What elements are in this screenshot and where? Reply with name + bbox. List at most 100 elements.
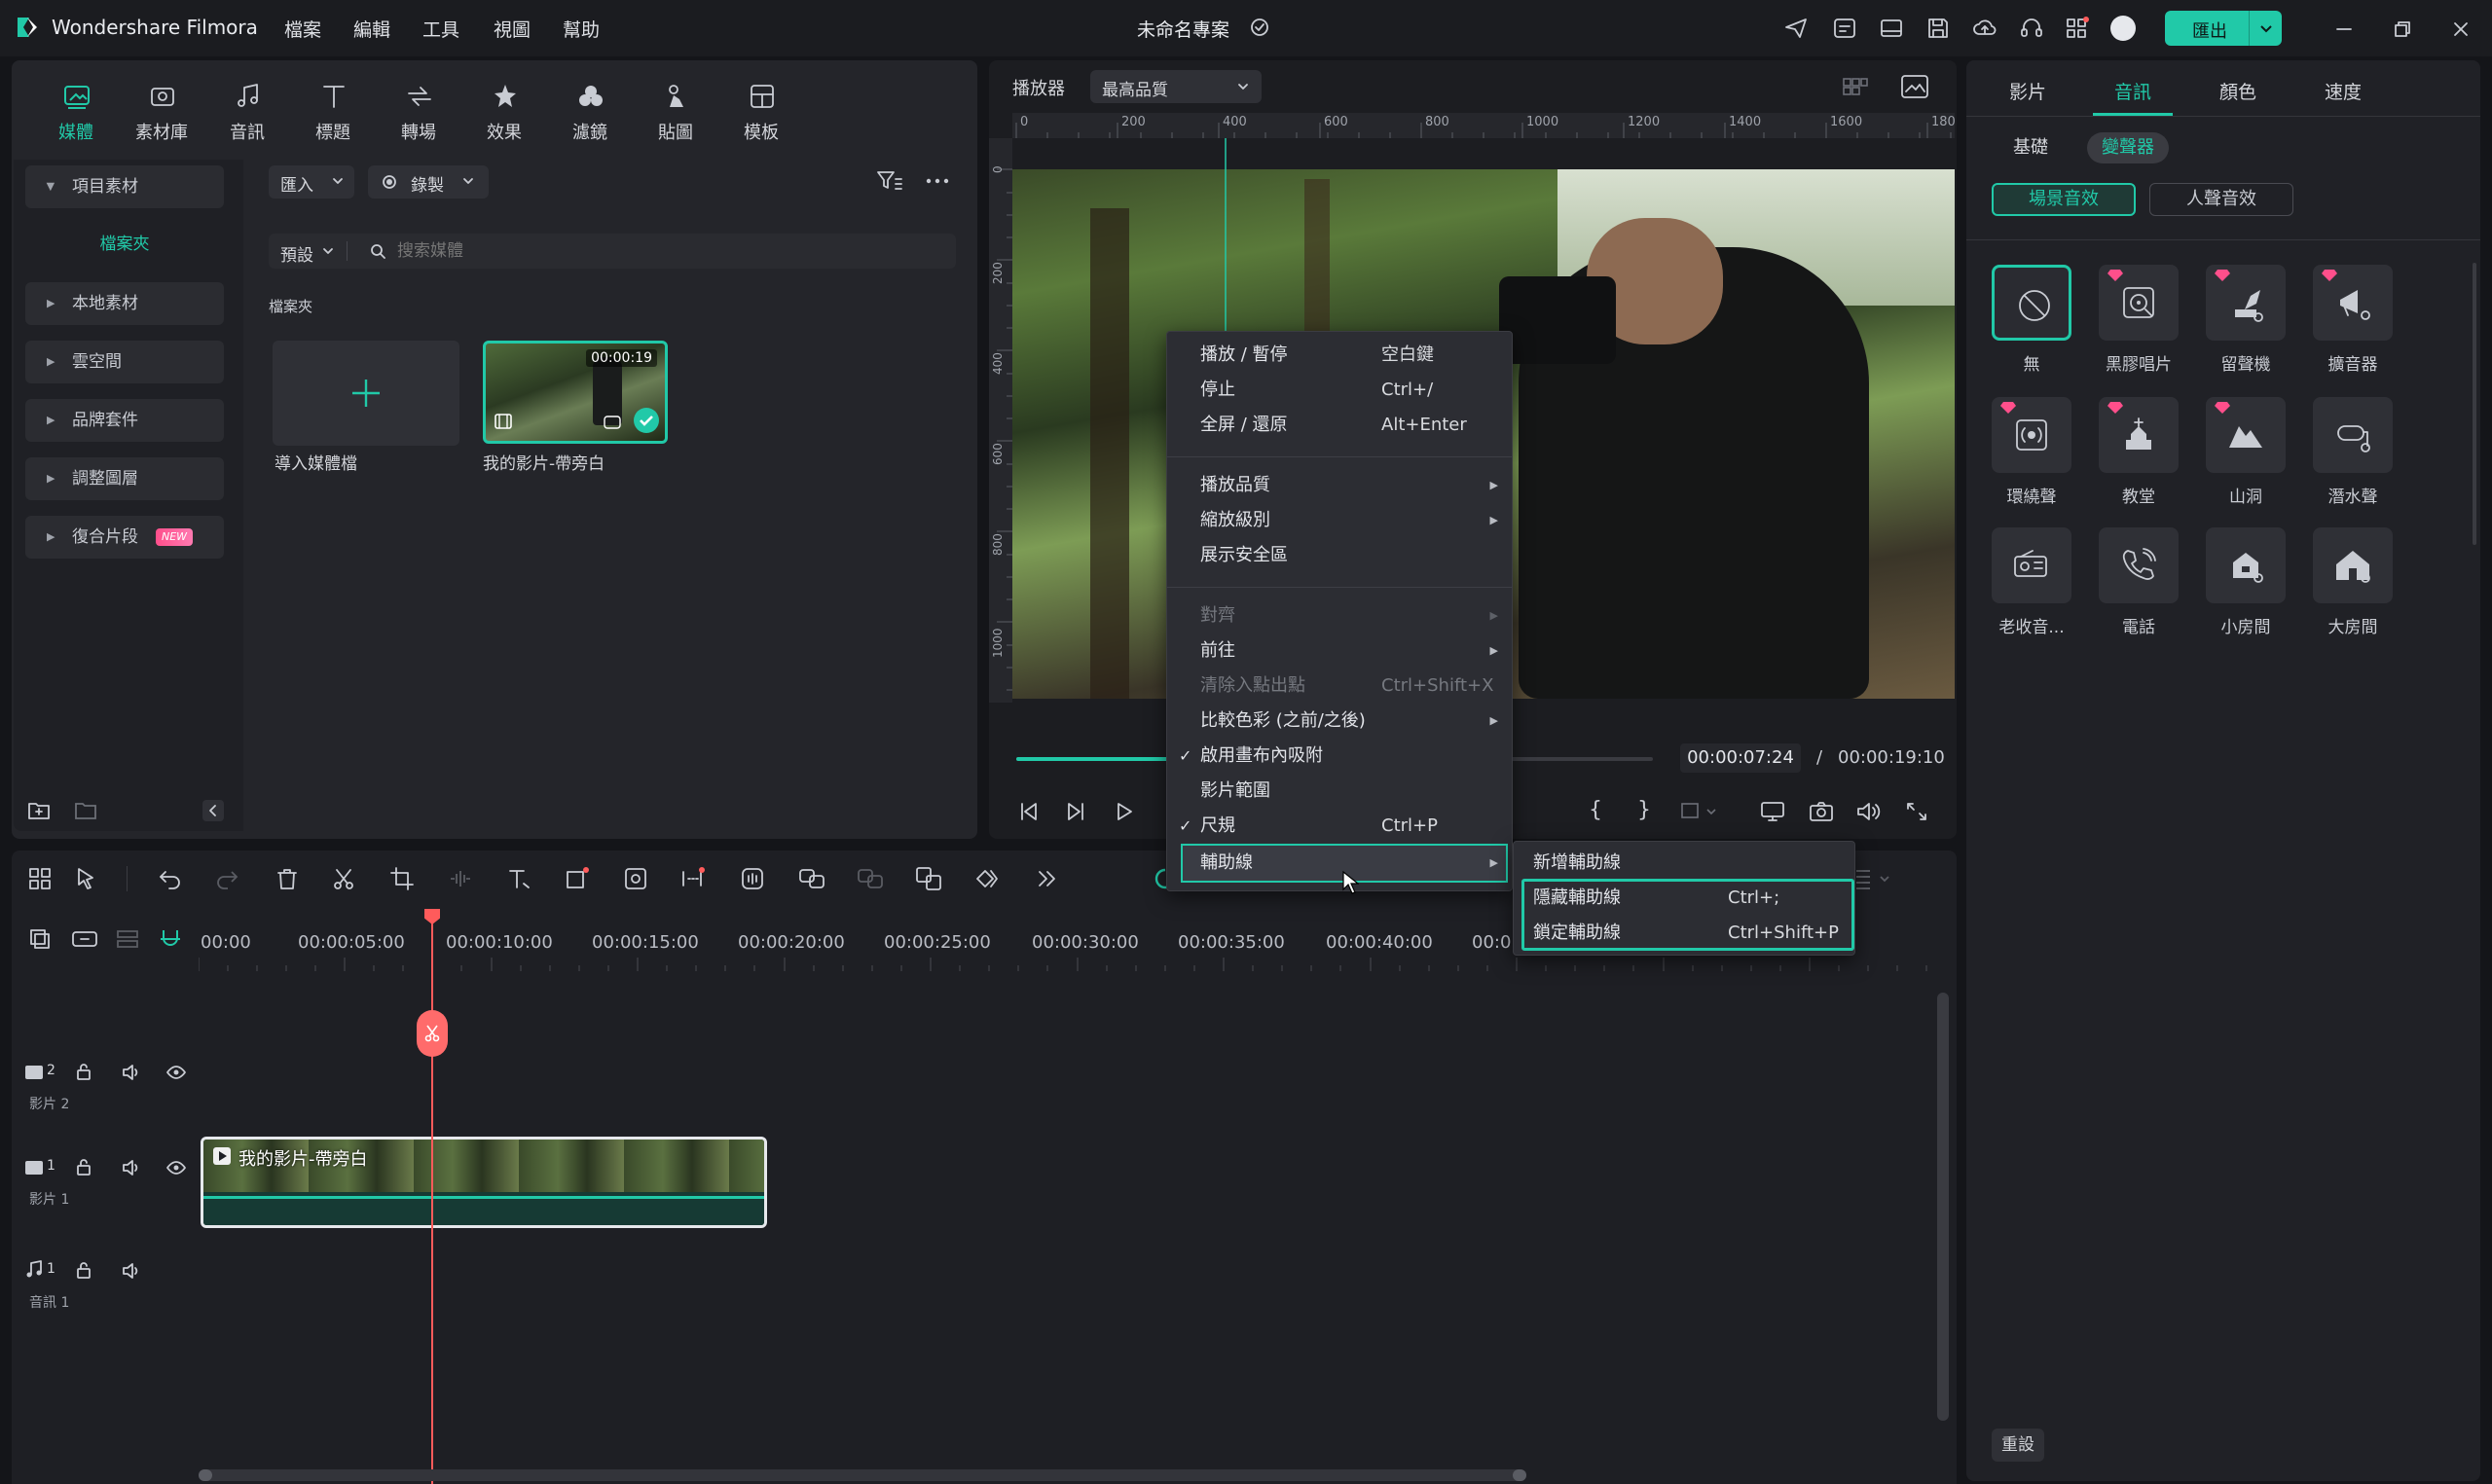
tab-color[interactable]: 顏色 (2219, 78, 2256, 104)
mute-track-icon[interactable] (121, 1261, 142, 1281)
new-folder-icon[interactable] (27, 800, 51, 821)
crop-icon[interactable] (389, 866, 415, 891)
select-tool-icon[interactable] (74, 866, 99, 891)
search-input[interactable] (397, 237, 942, 265)
menu-item-safe-zone[interactable]: 展示安全區 (1167, 538, 1512, 573)
menu-help[interactable]: 幫助 (563, 16, 600, 42)
effect-cave[interactable] (2206, 397, 2286, 473)
scrollbar-handle-left[interactable] (199, 1469, 212, 1481)
sidebar-item-brand-kit[interactable]: ▶ 品牌套件 (25, 399, 224, 442)
audio-sync-icon[interactable] (740, 866, 765, 891)
effect-surround[interactable] (1992, 397, 2071, 473)
layout-icon[interactable] (1879, 16, 1904, 41)
timeline-video-clip[interactable]: 我的影片-帶旁白 (201, 1137, 767, 1228)
toolbar-audio[interactable]: 音訊 (208, 68, 286, 146)
filter-icon[interactable] (876, 169, 903, 193)
auto-caption-icon[interactable] (679, 866, 705, 891)
effect-vinyl[interactable] (2099, 265, 2179, 341)
layout-grid-icon[interactable] (27, 866, 53, 891)
timeline-vertical-scrollbar[interactable] (1937, 993, 1949, 1421)
menu-item-go-to[interactable]: 前往 ▶ (1167, 633, 1512, 669)
video-clip-thumbnail[interactable]: 00:00:19 (483, 341, 668, 444)
minimize-icon[interactable] (2332, 18, 2356, 41)
sidebar-item-cloud[interactable]: ▶ 雲空間 (25, 341, 224, 383)
sidebar-item-compound-clip[interactable]: ▶ 復合片段 NEW (25, 516, 224, 559)
sidebar-folder[interactable]: 檔案夾 (25, 230, 224, 259)
redo-icon[interactable] (214, 866, 239, 891)
toolbar-effects[interactable]: 效果 (465, 68, 543, 146)
more-tools-icon[interactable] (1034, 866, 1059, 891)
subtab-basic[interactable]: 基礎 (1992, 132, 2070, 163)
tab-audio[interactable]: 音訊 (2114, 78, 2151, 104)
timeline-settings-icon[interactable] (1853, 866, 1892, 891)
menu-item-lock-guides[interactable]: 鎖定輔助線 Ctrl+Shift+P (1514, 916, 1854, 951)
keyframe-icon[interactable] (973, 866, 1001, 891)
news-icon[interactable] (1832, 16, 1857, 41)
menu-item-hide-guides[interactable]: 隱藏輔助線 Ctrl+; (1514, 881, 1854, 916)
menu-item-playback-quality[interactable]: 播放品質 ▶ (1167, 468, 1512, 503)
avatar[interactable] (2110, 16, 2136, 41)
marker-icon[interactable] (1680, 800, 1719, 823)
import-dropdown[interactable]: 匯入 (269, 165, 354, 199)
visibility-icon[interactable] (165, 1063, 187, 1082)
category-voice-effects[interactable]: 人聲音效 (2149, 183, 2293, 216)
sort-dropdown[interactable]: 預設 (280, 241, 313, 266)
timeline-horizontal-scrollbar[interactable] (199, 1469, 1526, 1481)
close-icon[interactable] (2449, 18, 2473, 41)
menu-item-canvas-snap[interactable]: ✓ 啟用畫布內吸附 (1167, 739, 1512, 774)
effect-small-room[interactable] (2206, 527, 2286, 603)
effect-none[interactable] (1992, 265, 2071, 341)
volume-icon[interactable] (1855, 800, 1881, 823)
effect-gramophone[interactable] (2206, 265, 2286, 341)
menu-item-fullscreen[interactable]: 全屏 / 還原 Alt+Enter (1167, 408, 1512, 443)
grid-view-icon[interactable] (1842, 76, 1869, 97)
restore-icon[interactable] (2391, 18, 2414, 41)
more-options-icon[interactable] (925, 171, 950, 191)
export-button[interactable]: 匯出 (2165, 11, 2282, 46)
prev-frame-icon[interactable] (1016, 800, 1042, 823)
menu-item-add-guide[interactable]: 新增輔助線 (1514, 846, 1854, 881)
toolbar-stock[interactable]: 素材庫 (123, 68, 201, 146)
menu-tools[interactable]: 工具 (422, 16, 459, 42)
mark-in-icon[interactable]: { (1589, 798, 1602, 822)
sidebar-item-adjustment-layer[interactable]: ▶ 調整圖層 (25, 457, 224, 500)
apps-icon[interactable] (2064, 16, 2089, 41)
menu-item-compare-color[interactable]: 比較色彩 (之前/之後) ▶ (1167, 704, 1512, 739)
lock-track-icon[interactable] (74, 1158, 93, 1177)
quality-dropdown[interactable]: 最高品質 (1090, 70, 1262, 103)
text-tool-icon[interactable] (506, 866, 531, 891)
toolbar-transition[interactable]: 轉場 (380, 68, 458, 146)
mute-track-icon[interactable] (121, 1158, 142, 1177)
category-scene-effects[interactable]: 場景音效 (1992, 183, 2136, 216)
current-time[interactable]: 00:00:07:24 (1680, 743, 1801, 773)
play-icon[interactable] (1112, 800, 1137, 823)
lock-track-icon[interactable] (74, 1261, 93, 1281)
add-track-icon[interactable] (27, 926, 53, 952)
vertical-ruler[interactable]: 0 200 400 600 800 1000 (989, 138, 1012, 703)
menu-item-zoom-level[interactable]: 縮放級別 ▶ (1167, 503, 1512, 538)
import-media-tile[interactable] (273, 341, 459, 446)
mask-icon[interactable] (565, 866, 590, 891)
effect-big-room[interactable] (2313, 527, 2393, 603)
menu-item-play-pause[interactable]: 播放 / 暫停 空白鍵 (1167, 338, 1512, 373)
toolbar-templates[interactable]: 模板 (722, 68, 800, 146)
audio-stretch-icon[interactable] (448, 866, 473, 891)
menu-item-ruler[interactable]: ✓ 尺規 Ctrl+P (1167, 809, 1512, 844)
snapshot-view-icon[interactable] (1900, 74, 1929, 99)
split-button[interactable] (417, 1010, 448, 1057)
sidebar-project-assets[interactable]: ▶ 項目素材 (25, 165, 224, 208)
toolbar-title[interactable]: 標題 (294, 68, 372, 146)
collapse-sidebar-button[interactable] (202, 800, 224, 821)
cloud-upload-icon[interactable] (1972, 16, 1997, 41)
effect-megaphone[interactable] (2313, 265, 2393, 341)
timeline-ruler[interactable] (199, 958, 1951, 971)
subtab-voice-changer[interactable]: 變聲器 (2087, 132, 2169, 163)
mark-out-icon[interactable]: } (1637, 798, 1651, 822)
property-scrollbar[interactable] (2473, 263, 2476, 545)
lock-track-icon[interactable] (74, 1063, 93, 1082)
record-dropdown[interactable]: 錄製 (368, 165, 489, 199)
camera-snapshot-icon[interactable] (1809, 800, 1834, 823)
delete-icon[interactable] (275, 866, 300, 891)
translate-icon[interactable] (915, 866, 942, 891)
ai-audio-icon[interactable] (857, 866, 884, 891)
